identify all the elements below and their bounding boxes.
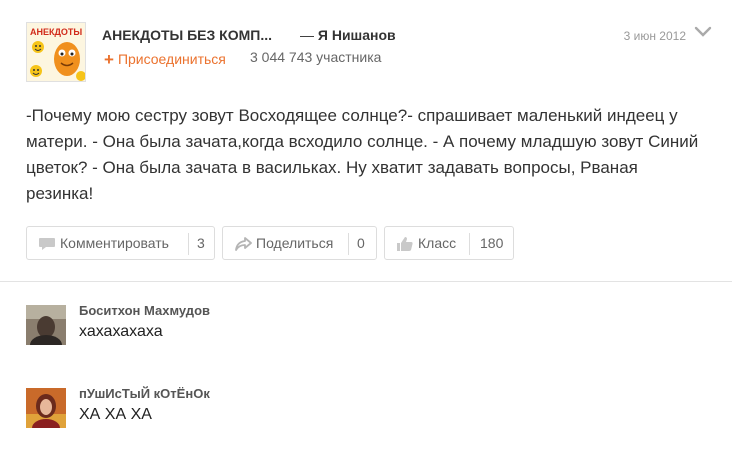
like-label: Класс [418,235,457,251]
comment-button[interactable]: Комментировать 3 [26,226,215,260]
post-date: 3 июн 2012 [623,29,686,43]
comment-item: Боситхон Махмудов хахахахаха [26,303,686,353]
post-author: — Я Нишанов [300,27,396,43]
share-icon [235,237,252,251]
comment-item: пУшИсТыЙ кОтЁнОк ХА ХА ХА [26,386,686,436]
members-count: 3 044 743 участника [250,49,382,65]
user-photo [26,388,66,428]
plus-icon: + [104,50,114,69]
avatar[interactable] [26,388,66,428]
group-avatar-logo-text: АНЕКДОТЫ [30,27,82,37]
author-name-link[interactable]: Я Нишанов [318,27,396,43]
share-button[interactable]: Поделиться 0 [222,226,377,260]
group-avatar-image: АНЕКДОТЫ [27,23,85,81]
user-photo [26,305,66,345]
divider [469,233,470,255]
comment-count[interactable]: 3 [197,235,205,251]
share-label: Поделиться [256,235,334,251]
like-button[interactable]: Класс 180 [384,226,514,260]
group-name-link[interactable]: АНЕКДОТЫ БЕЗ КОМП... [102,27,272,43]
divider [348,233,349,255]
comment-icon [39,238,55,250]
comments-separator [0,281,732,282]
join-group-button[interactable]: + Присоединиться [104,49,226,69]
share-count[interactable]: 0 [357,235,365,251]
like-icon [397,237,413,251]
divider [188,233,189,255]
comment-text: ХА ХА ХА [79,406,152,423]
comment-author[interactable]: Боситхон Махмудов [79,303,210,318]
avatar[interactable] [26,305,66,345]
comment-text: хахахахаха [79,323,163,340]
like-count[interactable]: 180 [480,235,503,251]
author-separator: — [300,27,314,43]
comment-label: Комментировать [60,235,169,251]
post-header: АНЕКДОТЫ АНЕКДОТЫ БЕЗ КОМП... — Я Нишано… [26,22,716,84]
join-group-label: Присоединиться [117,51,226,67]
chevron-down-icon[interactable] [694,25,712,39]
post-text: -Почему мою сестру зовут Восходящее солн… [26,106,699,203]
group-avatar[interactable]: АНЕКДОТЫ [26,22,86,82]
comment-author[interactable]: пУшИсТыЙ кОтЁнОк [79,386,210,401]
